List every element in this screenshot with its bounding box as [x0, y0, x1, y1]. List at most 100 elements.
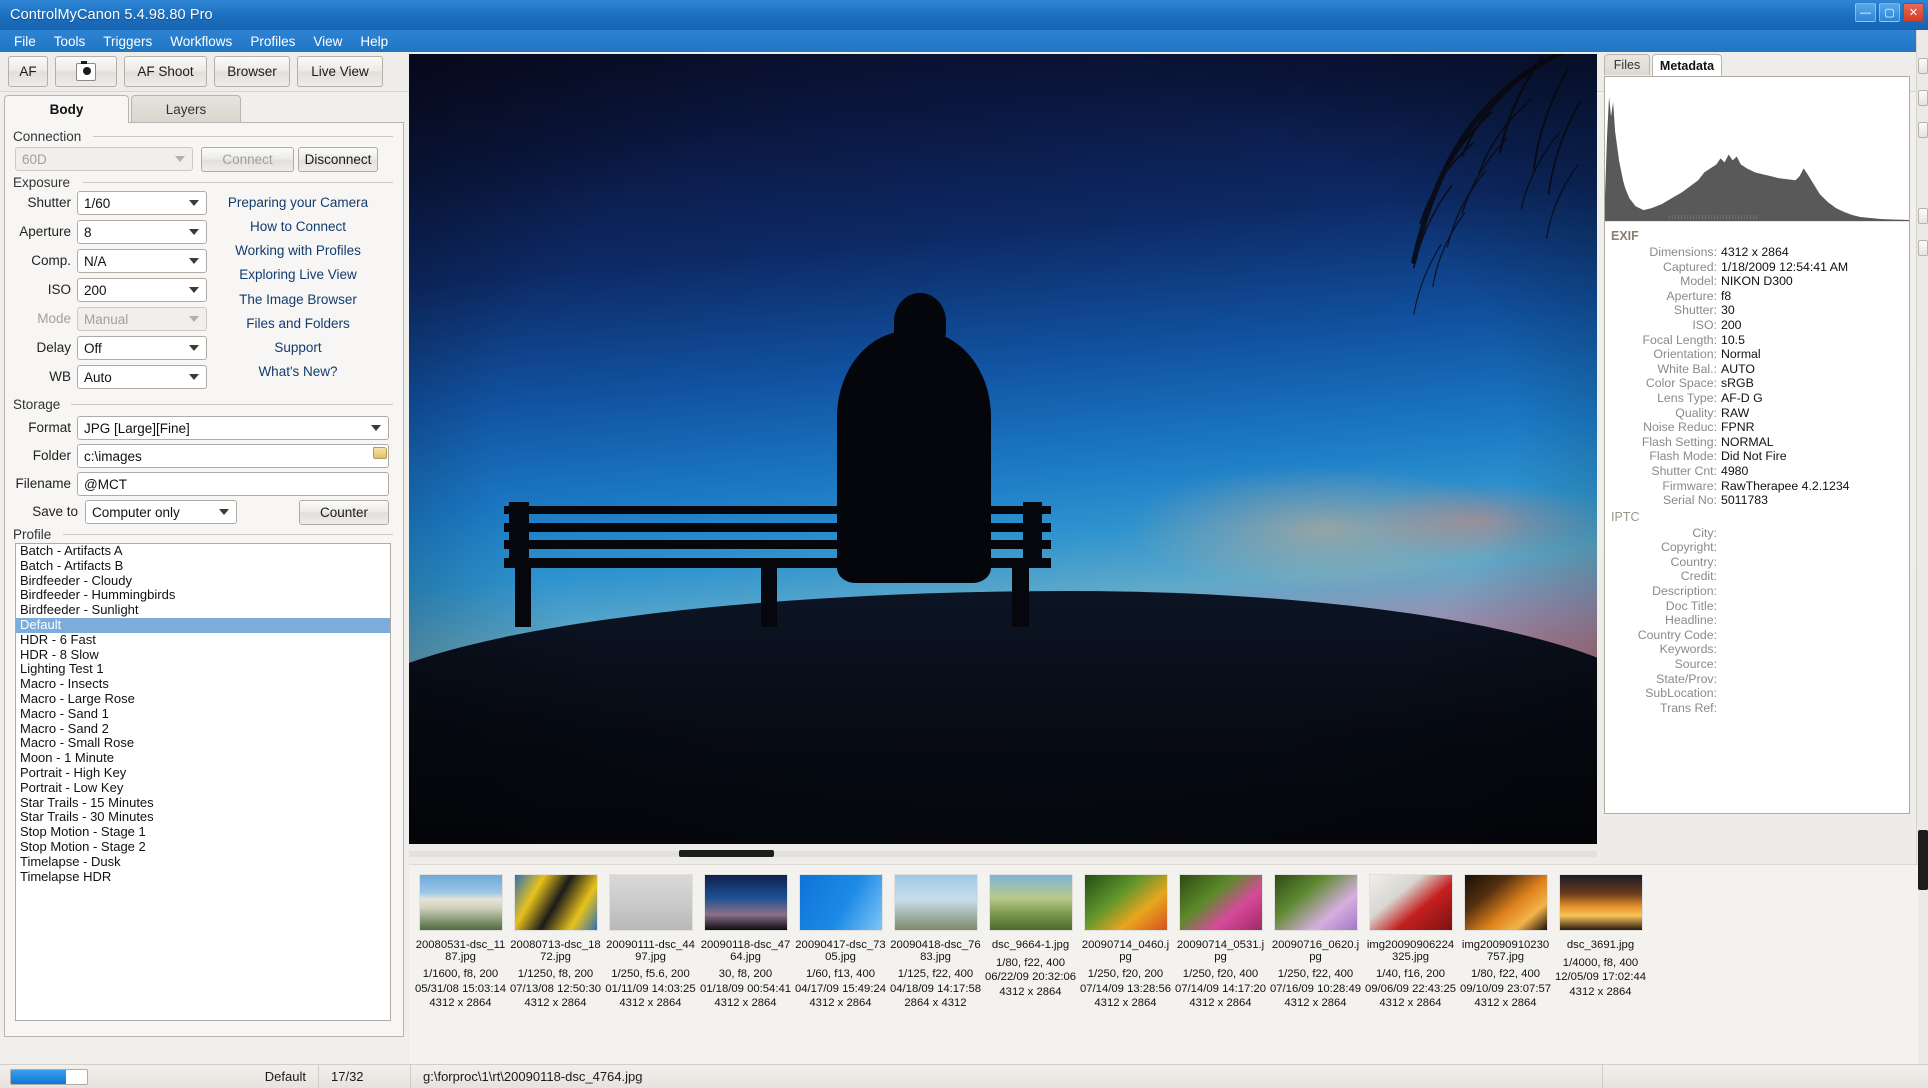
folder-input[interactable]: c:\images	[77, 444, 389, 468]
thumbnail-image[interactable]	[893, 874, 978, 931]
thumbnail-item[interactable]: img20090910230757.jpg 1/80, f22, 400 09/10…	[1458, 874, 1553, 1011]
profile-list-item[interactable]: Macro - Sand 1	[16, 706, 390, 722]
profile-list-item[interactable]: Macro - Sand 2	[16, 721, 390, 737]
profile-list-item[interactable]: Birdfeeder - Hummingbirds	[16, 588, 390, 603]
minimize-button[interactable]: —	[1855, 3, 1876, 22]
help-link-image-browser[interactable]: The Image Browser	[203, 292, 393, 307]
edge-tool-2[interactable]	[1918, 90, 1928, 106]
af-shoot-button[interactable]: AF Shoot	[124, 56, 207, 87]
thumbnail-image[interactable]	[608, 874, 693, 931]
profile-list-item[interactable]: Stop Motion - Stage 1	[16, 824, 390, 840]
thumbnail-image[interactable]	[1083, 874, 1168, 931]
help-link-files-and-folders[interactable]: Files and Folders	[203, 316, 393, 331]
profile-list-item[interactable]: Portrait - High Key	[16, 765, 390, 781]
profile-list-item[interactable]: Star Trails - 30 Minutes	[16, 810, 390, 825]
thumbnail-item[interactable]: 20080531-dsc_1187.jpg 1/1600, f8, 200 05/3…	[413, 874, 508, 1011]
thumbnail-item[interactable]: 20090111-dsc_4497.jpg 1/250, f5.6, 200 01/…	[603, 874, 698, 1011]
profile-list-item[interactable]: HDR - 8 Slow	[16, 647, 390, 663]
profile-list-item[interactable]: Timelapse HDR	[16, 869, 390, 885]
help-link-whats-new[interactable]: What's New?	[203, 364, 393, 379]
format-select[interactable]: JPG [Large][Fine]	[77, 416, 389, 440]
camera-shoot-button[interactable]	[55, 56, 117, 87]
help-link-working-with-profiles[interactable]: Working with Profiles	[203, 243, 393, 258]
help-link-preparing-camera[interactable]: Preparing your Camera	[203, 195, 393, 210]
scrollbar-thumb[interactable]	[679, 850, 774, 857]
thumbnail-image[interactable]	[703, 874, 788, 931]
thumbnail-item[interactable]: 20090418-dsc_7683.jpg 1/125, f22, 400 04/1…	[888, 874, 983, 1011]
profile-list-item[interactable]: Default	[16, 617, 390, 633]
thumbnail-item[interactable]: img20090906224325.jpg 1/40, f16, 200 09/06…	[1363, 874, 1458, 1011]
thumbnail-item[interactable]: 20090118-dsc_4764.jpg 30, f8, 200 01/18/09…	[698, 874, 793, 1011]
thumbnail-item[interactable]: 20090714_0460.jpg 1/250, f20, 200 07/14/09…	[1078, 874, 1173, 1011]
thumbnail-item[interactable]: 20080713-dsc_1872.jpg 1/1250, f8, 200 07/1…	[508, 874, 603, 1011]
menu-view[interactable]: View	[305, 32, 350, 51]
help-link-how-to-connect[interactable]: How to Connect	[203, 219, 393, 234]
maximize-button[interactable]: ▢	[1879, 3, 1900, 22]
profile-list[interactable]: Batch - Artifacts A Batch - Artifacts B Bi…	[15, 543, 391, 1021]
disconnect-button[interactable]: Disconnect	[298, 147, 378, 172]
profile-list-item[interactable]: Timelapse - Dusk	[16, 854, 390, 870]
image-viewer[interactable]	[409, 54, 1597, 844]
profile-list-item[interactable]: Portrait - Low Key	[16, 780, 390, 796]
shutter-select[interactable]: 1/60	[77, 191, 207, 215]
histogram-range-slider[interactable]	[1669, 215, 1757, 219]
iso-select[interactable]: 200	[77, 278, 207, 302]
profile-list-item[interactable]: Batch - Artifacts B	[16, 558, 390, 574]
profile-list-item[interactable]: Stop Motion - Stage 2	[16, 839, 390, 855]
thumbnail-item[interactable]: 20090417-dsc_7305.jpg 1/60, f13, 400 04/17…	[793, 874, 888, 1011]
edge-tool-1[interactable]	[1918, 58, 1928, 74]
thumbnail-image[interactable]	[1463, 874, 1548, 931]
connect-button[interactable]: Connect	[201, 147, 294, 172]
folder-icon[interactable]	[373, 447, 387, 459]
help-link-exploring-live-view[interactable]: Exploring Live View	[203, 267, 393, 282]
edge-tool-5[interactable]	[1918, 240, 1928, 256]
profile-list-item[interactable]: Moon - 1 Minute	[16, 750, 390, 766]
thumbnail-image[interactable]	[418, 874, 503, 931]
tab-files[interactable]: Files	[1604, 54, 1650, 75]
thumbnail-image[interactable]	[1178, 874, 1263, 931]
thumbnail-filmstrip[interactable]: 20080531-dsc_1187.jpg 1/1600, f8, 200 05/3…	[409, 864, 1918, 1064]
menu-triggers[interactable]: Triggers	[95, 32, 160, 51]
thumbnail-image[interactable]	[1558, 874, 1643, 931]
profile-list-item[interactable]: Macro - Large Rose	[16, 691, 390, 707]
thumbnail-item[interactable]: dsc_9664-1.jpg 1/80, f22, 400 06/22/09 20:…	[983, 874, 1078, 999]
help-link-support[interactable]: Support	[203, 340, 393, 355]
profile-list-item[interactable]: Batch - Artifacts A	[16, 544, 390, 559]
profile-list-item[interactable]: HDR - 6 Fast	[16, 632, 390, 648]
tab-body[interactable]: Body	[4, 95, 129, 123]
camera-model-select[interactable]: 60D	[15, 147, 193, 171]
profile-list-item[interactable]: Birdfeeder - Cloudy	[16, 573, 390, 589]
menu-profiles[interactable]: Profiles	[242, 32, 303, 51]
tab-metadata[interactable]: Metadata	[1652, 54, 1722, 76]
viewer-horizontal-scrollbar[interactable]	[409, 848, 1597, 860]
aperture-select[interactable]: 8	[77, 220, 207, 244]
delay-select[interactable]: Off	[77, 336, 207, 360]
profile-list-item[interactable]: Lighting Test 1	[16, 662, 390, 677]
thumbnail-item[interactable]: 20090716_0620.jpg 1/250, f22, 400 07/16/09…	[1268, 874, 1363, 1011]
edge-tool-3[interactable]	[1918, 122, 1928, 138]
filename-input[interactable]: @MCT	[77, 472, 389, 496]
browser-button[interactable]: Browser	[214, 56, 290, 87]
menu-file[interactable]: File	[6, 32, 44, 51]
thumbnail-image[interactable]	[513, 874, 598, 931]
thumbnail-image[interactable]	[1273, 874, 1358, 931]
menu-tools[interactable]: Tools	[46, 32, 94, 51]
thumbnail-item[interactable]: dsc_3691.jpg 1/4000, f8, 400 12/05/09 17:0…	[1553, 874, 1648, 999]
menu-help[interactable]: Help	[352, 32, 396, 51]
af-button[interactable]: AF	[8, 56, 48, 87]
white-balance-select[interactable]: Auto	[77, 365, 207, 389]
thumbnail-image[interactable]	[798, 874, 883, 931]
live-view-button[interactable]: Live View	[297, 56, 383, 87]
counter-button[interactable]: Counter	[299, 500, 389, 525]
compensation-select[interactable]: N/A	[77, 249, 207, 273]
profile-list-item[interactable]: Macro - Insects	[16, 676, 390, 692]
profile-list-item[interactable]: Star Trails - 15 Minutes	[16, 795, 390, 811]
edge-tool-4[interactable]	[1918, 208, 1928, 224]
thumbnail-image[interactable]	[988, 874, 1073, 931]
menu-workflows[interactable]: Workflows	[162, 32, 240, 51]
close-button[interactable]: ✕	[1903, 3, 1924, 22]
save-to-select[interactable]: Computer only	[85, 500, 237, 524]
profile-list-item[interactable]: Macro - Small Rose	[16, 736, 390, 751]
right-scrollbar-thumb[interactable]	[1918, 830, 1928, 890]
thumbnail-image[interactable]	[1368, 874, 1453, 931]
